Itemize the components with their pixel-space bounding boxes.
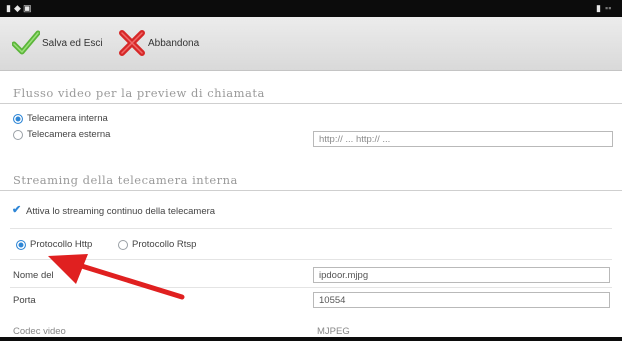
filename-input[interactable]: ipdoor.mjpg [313, 267, 610, 283]
external-camera-url-input[interactable]: http:// ... http:// ... [313, 131, 613, 147]
video-section-title: Flusso video per la preview di chiamata [13, 86, 265, 100]
radio-internal-camera[interactable] [13, 114, 23, 124]
checkmark-icon [12, 30, 40, 55]
streaming-checkbox[interactable]: ✔ [12, 203, 21, 216]
abandon-button[interactable]: Abbandona [118, 26, 199, 60]
save-exit-label: Salva ed Esci [42, 37, 103, 49]
red-x-icon [119, 30, 145, 56]
clock-icon: ▪▪ [605, 3, 612, 13]
radio-protocol-rtsp[interactable] [118, 240, 128, 250]
protocol-http-label: Protocollo Http [30, 239, 93, 250]
row-divider [10, 228, 612, 229]
codec-label: Codec video [13, 326, 66, 337]
port-label: Porta [13, 295, 36, 306]
port-input[interactable]: 10554 [313, 292, 610, 308]
bottom-edge [0, 337, 622, 341]
radio-external-camera[interactable] [13, 130, 23, 140]
section-divider [0, 190, 622, 191]
wifi-icon: ◆ [14, 3, 21, 13]
annotation-arrow-icon [48, 254, 185, 300]
notification-icon: ▣ [23, 3, 32, 13]
abandon-label: Abbandona [148, 37, 200, 49]
external-camera-label: Telecamera esterna [27, 129, 111, 140]
signal-icon: ▮ [6, 3, 11, 13]
section-divider [0, 103, 622, 104]
streaming-checkbox-label: Attiva lo streaming continuo della telec… [26, 206, 216, 217]
action-toolbar: Salva ed Esci Abbandona [0, 17, 622, 71]
codec-value[interactable]: MJPEG [317, 326, 350, 337]
internal-camera-label: Telecamera interna [27, 113, 108, 124]
status-bar: ▮ ◆ ▣ ▮ ▪▪ [0, 0, 622, 17]
battery-icon: ▮ [596, 3, 601, 13]
radio-protocol-http[interactable] [16, 240, 26, 250]
protocol-rtsp-label: Protocollo Rtsp [132, 239, 197, 250]
save-exit-button[interactable]: Salva ed Esci [12, 26, 103, 60]
streaming-section-title: Streaming della telecamera interna [13, 173, 238, 187]
